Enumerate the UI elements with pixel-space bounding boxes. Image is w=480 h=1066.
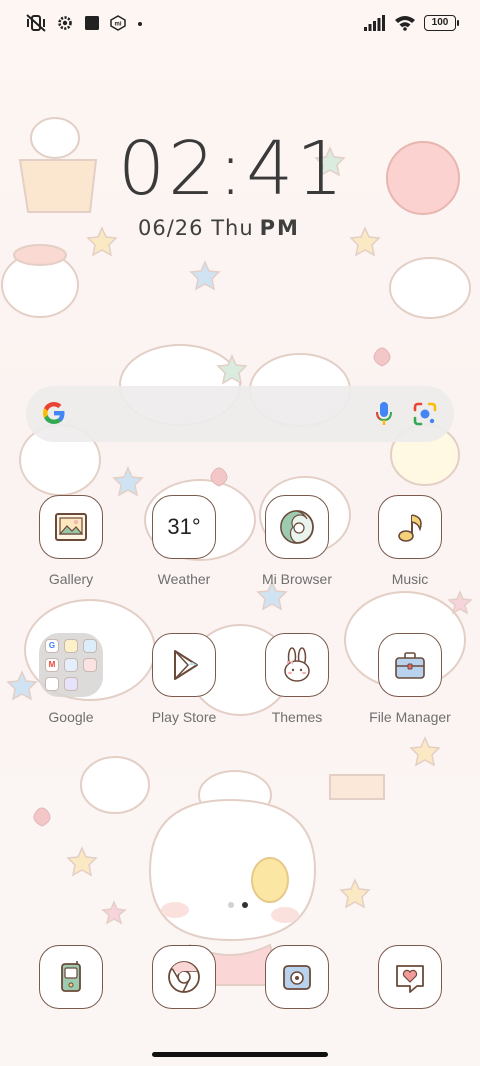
gmail-icon: M bbox=[45, 658, 59, 672]
signal-icon bbox=[364, 15, 385, 31]
weather-temp: 31° bbox=[167, 514, 201, 539]
assistant-icon bbox=[64, 677, 78, 691]
status-left-icons: mi bbox=[26, 14, 144, 32]
google-g-icon bbox=[43, 402, 65, 424]
lens-icon[interactable] bbox=[412, 401, 438, 427]
app-label: Mi Browser bbox=[261, 571, 332, 587]
page-dot bbox=[228, 902, 234, 908]
message-heart-icon bbox=[378, 945, 442, 1009]
dock-phone[interactable] bbox=[15, 945, 127, 1009]
app-label: Gallery bbox=[48, 571, 94, 587]
wifi-icon bbox=[395, 16, 415, 31]
page-dot-active bbox=[242, 902, 248, 908]
app-gallery[interactable]: Gallery bbox=[15, 495, 127, 587]
app-weather[interactable]: 31° Weather bbox=[128, 495, 240, 587]
ampm-text: PM bbox=[259, 216, 300, 240]
home-indicator[interactable] bbox=[152, 1052, 328, 1057]
drive-icon bbox=[64, 639, 78, 653]
clock-time[interactable]: 02:41 bbox=[118, 126, 346, 212]
chrome-icon bbox=[152, 945, 216, 1009]
app-themes[interactable]: Themes bbox=[241, 633, 353, 725]
settings-gear-icon bbox=[58, 16, 72, 30]
google-search-bar[interactable] bbox=[26, 386, 454, 442]
clock-date[interactable]: 06/26 Thu PM bbox=[138, 216, 300, 240]
status-right-icons: 100 bbox=[364, 14, 459, 32]
maps-icon bbox=[83, 639, 97, 653]
dock-chrome[interactable] bbox=[128, 945, 240, 1009]
photos-icon bbox=[83, 658, 97, 672]
dot-icon bbox=[138, 22, 142, 26]
dock-camera[interactable] bbox=[241, 945, 353, 1009]
svg-text:mi: mi bbox=[114, 22, 121, 28]
app-music[interactable]: Music bbox=[354, 495, 466, 587]
briefcase-icon bbox=[378, 633, 442, 697]
app-label: Play Store bbox=[151, 709, 217, 725]
gallery-icon bbox=[39, 495, 103, 559]
app-label: Music bbox=[391, 571, 429, 587]
app-label: Themes bbox=[271, 709, 323, 725]
battery-icon: 100 bbox=[424, 15, 459, 31]
folder-google[interactable]: G M Google bbox=[15, 633, 127, 725]
page-indicator bbox=[228, 902, 248, 908]
mic-icon[interactable] bbox=[374, 400, 394, 428]
app-mi-browser[interactable]: Mi Browser bbox=[241, 495, 353, 587]
app-label: File Manager bbox=[369, 709, 451, 725]
vibrate-off-icon bbox=[26, 14, 46, 32]
meet-icon bbox=[64, 658, 78, 672]
mi-icon: mi bbox=[110, 15, 126, 31]
play-store-icon bbox=[152, 633, 216, 697]
bunny-icon bbox=[265, 633, 329, 697]
app-play-store[interactable]: Play Store bbox=[128, 633, 240, 725]
dock-messages[interactable] bbox=[354, 945, 466, 1009]
browser-icon bbox=[265, 495, 329, 559]
phone-icon bbox=[39, 945, 103, 1009]
app-label: Weather bbox=[157, 571, 211, 587]
status-bar: mi 100 bbox=[0, 0, 480, 46]
music-note-icon bbox=[378, 495, 442, 559]
play-games-icon bbox=[45, 677, 59, 691]
date-text: 06/26 Thu bbox=[138, 216, 254, 240]
google-folder-icon: G M bbox=[39, 633, 103, 697]
app-label: Google bbox=[48, 709, 94, 725]
weather-icon: 31° bbox=[152, 495, 216, 559]
google-app-icon: G bbox=[45, 639, 59, 653]
square-icon bbox=[85, 16, 99, 30]
camera-icon bbox=[265, 945, 329, 1009]
app-file-manager[interactable]: File Manager bbox=[354, 633, 466, 725]
